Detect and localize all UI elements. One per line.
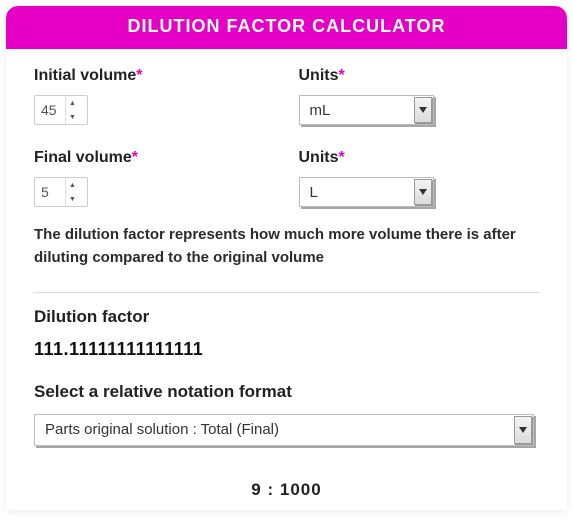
col-final-units: Units* L xyxy=(299,149,540,207)
required-marker: * xyxy=(339,149,345,166)
spinner-initial-volume[interactable]: ▲ ▼ xyxy=(65,96,79,124)
chevron-down-icon[interactable]: ▼ xyxy=(66,110,79,124)
dropdown-caret-icon[interactable] xyxy=(414,179,432,205)
card-header: DILUTION FACTOR CALCULATOR xyxy=(6,6,567,49)
label-dilution-factor: Dilution factor xyxy=(34,307,539,327)
select-notation-value: Parts original solution : Total (Final) xyxy=(34,414,534,446)
required-marker: * xyxy=(339,67,345,84)
label-initial-units: Units* xyxy=(299,67,540,85)
col-final-volume: Final volume* ▲ ▼ xyxy=(34,149,275,207)
input-initial-volume-wrap[interactable]: ▲ ▼ xyxy=(34,95,88,125)
chevron-up-icon[interactable]: ▲ xyxy=(66,96,79,110)
chevron-down-icon[interactable]: ▼ xyxy=(66,192,79,206)
chevron-up-icon[interactable]: ▲ xyxy=(66,178,79,192)
select-notation-format[interactable]: Parts original solution : Total (Final) xyxy=(34,414,534,446)
col-initial-volume: Initial volume* ▲ ▼ xyxy=(34,67,275,125)
col-initial-units: Units* mL xyxy=(299,67,540,125)
input-final-volume-wrap[interactable]: ▲ ▼ xyxy=(34,177,88,207)
label-notation-format: Select a relative notation format xyxy=(34,382,539,402)
spinner-final-volume[interactable]: ▲ ▼ xyxy=(65,178,79,206)
calculator-card: DILUTION FACTOR CALCULATOR Initial volum… xyxy=(6,6,567,510)
row-initial: Initial volume* ▲ ▼ Units* mL xyxy=(34,67,539,125)
row-final: Final volume* ▲ ▼ Units* L xyxy=(34,149,539,207)
select-initial-units[interactable]: mL xyxy=(299,95,434,125)
select-final-units[interactable]: L xyxy=(299,177,434,207)
input-initial-volume[interactable] xyxy=(35,96,65,124)
label-initial-volume: Initial volume* xyxy=(34,67,275,85)
value-dilution-factor: 111.11111111111111 xyxy=(34,339,539,360)
divider xyxy=(34,292,539,293)
input-final-volume[interactable] xyxy=(35,178,65,206)
label-final-volume: Final volume* xyxy=(34,149,275,167)
label-final-units: Units* xyxy=(299,149,540,167)
dropdown-caret-icon[interactable] xyxy=(514,416,532,444)
dropdown-caret-icon[interactable] xyxy=(414,97,432,123)
card-body: Initial volume* ▲ ▼ Units* mL xyxy=(6,49,567,510)
card-title: DILUTION FACTOR CALCULATOR xyxy=(128,16,446,36)
description-text: The dilution factor represents how much … xyxy=(34,223,539,270)
required-marker: * xyxy=(132,149,138,166)
required-marker: * xyxy=(136,67,142,84)
value-ratio-result: 9 : 1000 xyxy=(34,480,539,500)
